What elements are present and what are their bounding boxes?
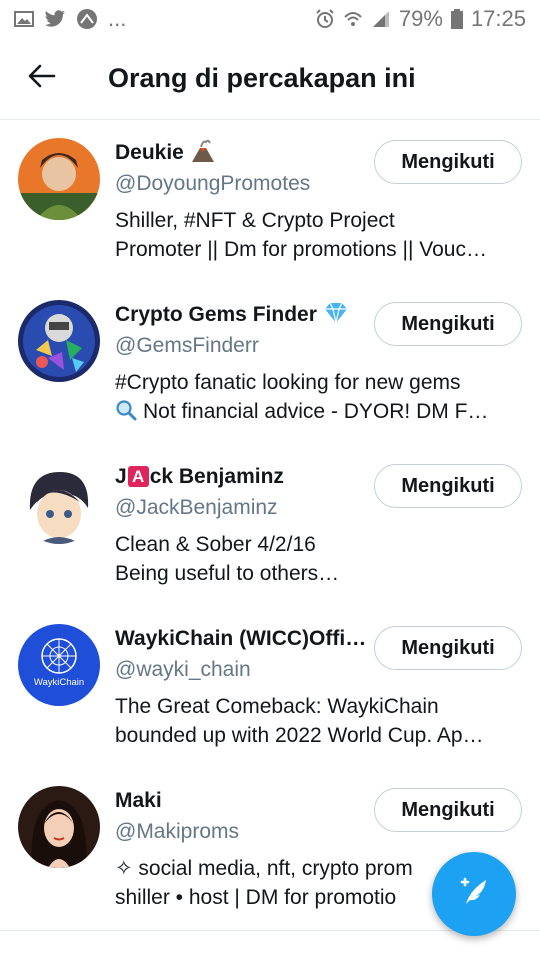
following-button[interactable]: Mengikuti <box>374 788 522 832</box>
bio-line: shiller • host | DM for promotio <box>115 886 397 909</box>
user-row[interactable]: Crypto Gems Finder @GemsFinderr #Crypto … <box>0 282 540 444</box>
user-name: WaykiChain (WICC)Offici… <box>115 627 370 650</box>
battery-icon <box>450 9 463 29</box>
gallery-icon <box>14 11 34 27</box>
user-bio: Shiller, #NFT & Crypto Project Promoter … <box>115 206 523 264</box>
user-bio: ✧ social media, nft, crypto prom shiller… <box>115 854 433 912</box>
user-name-prefix: J <box>115 465 127 488</box>
following-button[interactable]: Mengikuti <box>374 302 522 346</box>
avatar[interactable] <box>18 786 100 868</box>
compose-tweet-icon <box>454 872 494 917</box>
user-name: Deukie <box>115 141 184 164</box>
avatar[interactable] <box>18 462 100 544</box>
avatar[interactable] <box>18 300 100 382</box>
wifi-icon <box>343 9 363 29</box>
top-app-bar: Orang di percakapan ini <box>0 38 540 120</box>
clock: 17:25 <box>470 6 526 31</box>
user-bio: Clean & Sober 4/2/16 Being useful to oth… <box>115 530 523 588</box>
user-name: Maki <box>115 789 162 812</box>
gem-icon <box>323 302 349 329</box>
twitter-icon <box>44 10 66 28</box>
user-bio: #Crypto fanatic looking for new gems Not… <box>115 368 523 429</box>
bio-line: Promoter || Dm for promotions || Vouc… <box>115 238 487 261</box>
signal-icon <box>371 9 391 29</box>
user-bio: The Great Comeback: WaykiChain bounded u… <box>115 692 523 750</box>
avatar[interactable] <box>18 138 100 220</box>
user-row[interactable]: WaykiChain WaykiChain (WICC)Offici… @way… <box>0 606 540 768</box>
bio-line: bounded up with 2022 World Cup. Ap… <box>115 724 484 747</box>
bio-line: Shiller, #NFT & Crypto Project <box>115 209 395 232</box>
user-name: Crypto Gems Finder <box>115 303 317 326</box>
bio-line: ✧ social media, nft, crypto prom <box>115 857 413 880</box>
battery-percent: 79% <box>398 6 443 31</box>
following-button[interactable]: Mengikuti <box>374 140 522 184</box>
user-list: Deukie @DoyoungPromotes Shiller, #NFT & … <box>0 120 540 930</box>
following-button[interactable]: Mengikuti <box>374 626 522 670</box>
page-title: Orang di percakapan ini <box>108 63 416 93</box>
more-notifications-indicator: ... <box>108 6 127 31</box>
letter-a-badge: A <box>127 466 149 487</box>
following-button[interactable]: Mengikuti <box>374 464 522 508</box>
user-row[interactable]: J Ack Benjaminz @JackBenjaminz Clean & So… <box>0 444 540 606</box>
back-button[interactable] <box>0 38 84 120</box>
arrow-left-icon <box>28 64 56 93</box>
user-row[interactable]: Deukie @DoyoungPromotes Shiller, #NFT & … <box>0 120 540 282</box>
volcano-icon <box>190 139 216 168</box>
bio-line: The Great Comeback: WaykiChain <box>115 695 439 718</box>
bio-line: Not financial advice - DYOR! DM F… <box>115 397 523 429</box>
user-name: J Ack Benjaminz <box>115 465 284 489</box>
alarm-icon <box>315 9 335 29</box>
avatar[interactable]: WaykiChain <box>18 624 100 706</box>
bio-line-text: Not financial advice - DYOR! DM F… <box>143 400 489 423</box>
user-name-suffix: ck Benjaminz <box>149 465 284 488</box>
status-bar: ... 79% 17:25 <box>0 0 540 38</box>
compose-tweet-button[interactable] <box>432 852 516 936</box>
avatar-label: WaykiChain <box>34 677 84 688</box>
bio-line: Being useful to others… <box>115 562 340 585</box>
bio-line: #Crypto fanatic looking for new gems <box>115 371 461 394</box>
app-icon <box>76 8 98 30</box>
bio-line: Clean & Sober 4/2/16 <box>115 533 316 556</box>
magnifier-icon <box>115 399 137 429</box>
